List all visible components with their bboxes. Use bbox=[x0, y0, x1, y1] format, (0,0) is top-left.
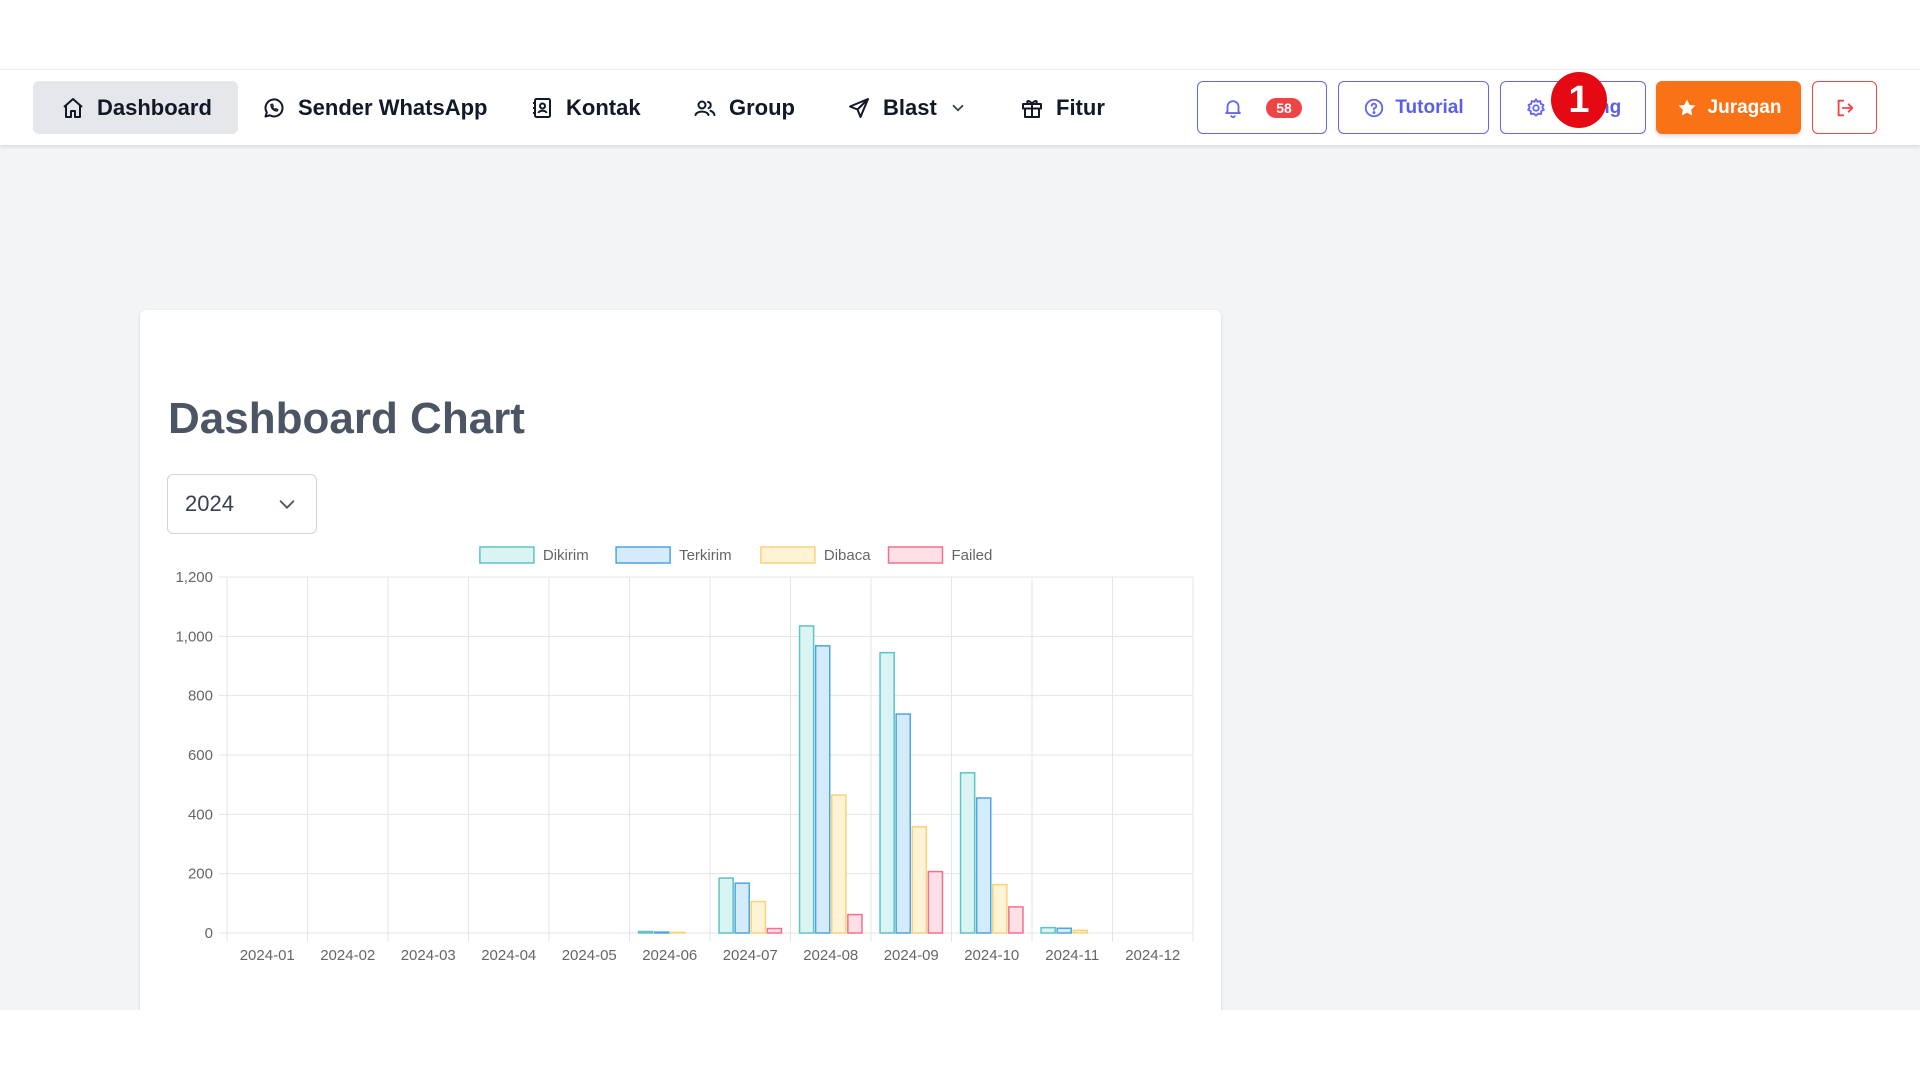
chevron-down-icon bbox=[952, 104, 964, 112]
legend-label: Dibaca bbox=[824, 547, 871, 564]
bar-dikirim bbox=[1040, 926, 1056, 934]
bar-dikirim bbox=[798, 625, 815, 934]
tutorial-button[interactable]: Tutorial bbox=[1338, 81, 1489, 134]
nav-fitur-label: Fitur bbox=[1056, 94, 1105, 120]
x-tick-label: 2024-06 bbox=[642, 947, 697, 964]
bar-terkirim bbox=[895, 713, 912, 934]
bar-failed bbox=[1008, 906, 1024, 934]
nav-group[interactable]: Group bbox=[693, 81, 795, 134]
nav-sender-whatsapp[interactable]: Sender WhatsApp bbox=[262, 81, 487, 134]
legend-label: Failed bbox=[952, 547, 993, 564]
x-tick-label: 2024-03 bbox=[401, 947, 456, 964]
bar-failed bbox=[927, 870, 944, 934]
gear-icon bbox=[1526, 97, 1545, 116]
nav-blast-dropdown[interactable]: Blast bbox=[847, 81, 967, 134]
bar-dibaca bbox=[1072, 929, 1089, 934]
legend-swatch bbox=[615, 546, 671, 564]
bar-dibaca bbox=[831, 794, 847, 934]
star-icon bbox=[1678, 99, 1695, 115]
legend-swatch bbox=[887, 546, 944, 564]
x-tick-label: 2024-08 bbox=[803, 947, 858, 964]
gift-icon bbox=[1022, 99, 1042, 118]
bar-terkirim bbox=[1056, 927, 1073, 934]
step-marker: 1 bbox=[1551, 72, 1607, 128]
legend-swatch bbox=[760, 546, 816, 564]
notification-count-badge: 58 bbox=[1266, 97, 1302, 118]
bar-chart: 0 200 400 600 800 1,000 1,200 2024-01 2024-02 202… bbox=[175, 546, 1194, 964]
send-icon bbox=[849, 97, 869, 118]
help-circle-icon bbox=[1365, 98, 1384, 117]
dashboard-chart-card: Dashboard Chart 2024 0 200 400 600 800 1,000 1… bbox=[140, 310, 1221, 1027]
nav-kontak[interactable]: Kontak bbox=[530, 81, 641, 134]
main-content: Dashboard Chart 2024 0 200 400 600 800 1,000 1… bbox=[0, 145, 1920, 1027]
whatsapp-icon bbox=[264, 97, 284, 117]
juragan-button[interactable]: Juragan bbox=[1656, 81, 1801, 134]
contact-book-icon bbox=[533, 97, 551, 118]
x-tick-label: 2024-10 bbox=[964, 947, 1019, 964]
logout-button[interactable] bbox=[1812, 81, 1877, 134]
bar-terkirim bbox=[814, 645, 831, 934]
legend-label: Terkirim bbox=[679, 547, 732, 564]
bar-dibaca bbox=[750, 900, 767, 934]
users-icon bbox=[694, 100, 716, 116]
bar-dikirim bbox=[879, 651, 895, 934]
x-tick-label: 2024-09 bbox=[884, 947, 939, 964]
home-icon bbox=[63, 97, 83, 118]
y-tick-label: 400 bbox=[188, 806, 213, 823]
x-tick-label: 2024-07 bbox=[723, 947, 778, 964]
nav-dashboard-label: Dashboard bbox=[97, 94, 212, 120]
logout-icon bbox=[1837, 99, 1853, 116]
legend-swatch bbox=[479, 546, 535, 564]
y-tick-label: 1,200 bbox=[175, 569, 213, 586]
bar-dikirim bbox=[637, 930, 654, 934]
x-tick-label: 2024-04 bbox=[481, 947, 536, 964]
notifications-button[interactable]: 58 bbox=[1197, 81, 1327, 134]
y-tick-label: 0 bbox=[205, 925, 213, 942]
top-navbar: Dashboard Sender WhatsApp Kontak Group B… bbox=[0, 69, 1920, 145]
bar-dikirim bbox=[718, 877, 734, 934]
bar-dibaca bbox=[670, 931, 686, 934]
nav-sender-whatsapp-label: Sender WhatsApp bbox=[298, 94, 488, 120]
nav-kontak-label: Kontak bbox=[566, 94, 641, 120]
nav-fitur[interactable]: Fitur bbox=[1020, 81, 1105, 134]
x-tick-label: 2024-01 bbox=[240, 947, 295, 964]
juragan-label: Juragan bbox=[1707, 96, 1782, 118]
x-tick-label: 2024-11 bbox=[1045, 947, 1099, 964]
y-tick-label: 600 bbox=[188, 747, 213, 764]
x-tick-label: 2024-02 bbox=[320, 947, 375, 964]
x-tick-label: 2024-12 bbox=[1125, 947, 1180, 964]
bar-failed bbox=[766, 927, 783, 934]
y-tick-label: 1,000 bbox=[175, 628, 213, 645]
x-tick-label: 2024-05 bbox=[562, 947, 617, 964]
y-tick-label: 800 bbox=[188, 688, 213, 705]
bar-dibaca bbox=[992, 883, 1008, 934]
bar-failed bbox=[847, 913, 863, 934]
bar-terkirim bbox=[975, 797, 992, 934]
bar-terkirim bbox=[734, 882, 751, 934]
bottom-margin bbox=[0, 1010, 1920, 1080]
y-tick-label: 200 bbox=[188, 866, 213, 883]
top-margin bbox=[0, 0, 1920, 69]
nav-group-label: Group bbox=[729, 94, 795, 120]
nav-blast-label: Blast bbox=[883, 94, 937, 120]
bar-terkirim bbox=[653, 931, 670, 934]
nav-dashboard[interactable]: Dashboard bbox=[33, 81, 238, 134]
tutorial-label: Tutorial bbox=[1395, 96, 1464, 118]
bell-icon bbox=[1225, 99, 1241, 118]
bar-dibaca bbox=[911, 826, 928, 934]
legend-label: Dikirim bbox=[543, 547, 589, 564]
bar-dikirim bbox=[959, 772, 976, 934]
